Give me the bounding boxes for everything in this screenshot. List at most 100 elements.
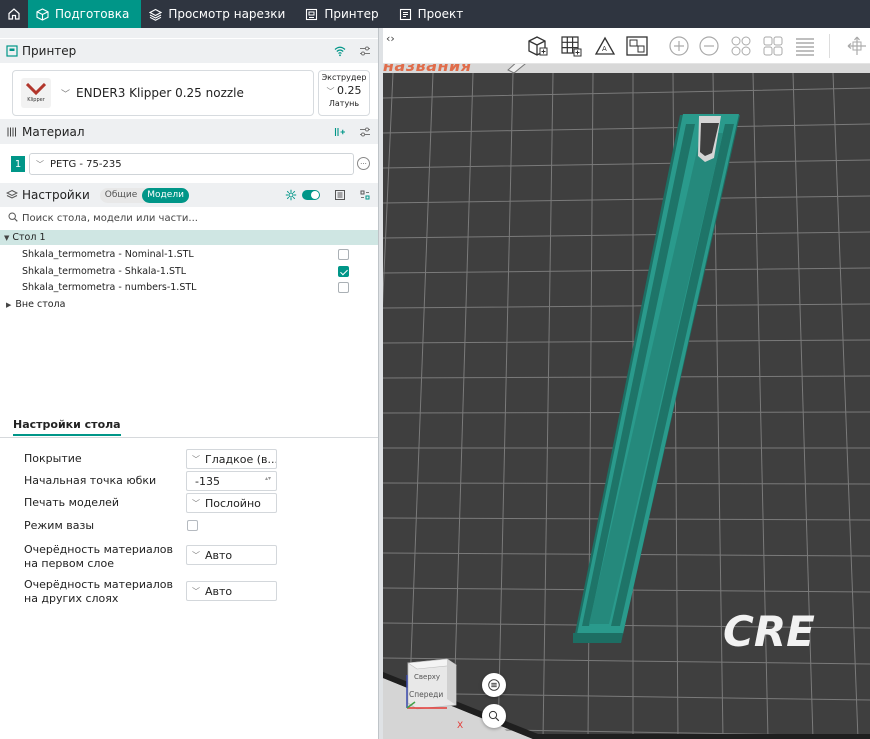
view-cube-front-label: Спереди [409, 690, 443, 699]
outside-plate-node[interactable]: ▶ Вне стола [0, 296, 378, 313]
tab-printer[interactable]: Принтер [297, 0, 390, 28]
compare-icon[interactable] [359, 189, 371, 201]
auto-orient-icon[interactable]: A [593, 34, 617, 58]
zoom-icon [488, 710, 500, 722]
tree-item-numbers[interactable]: Shkala_termometra - numbers-1.STL [0, 279, 378, 296]
setting-label: Очерёдность материалов на других слоях [24, 578, 173, 605]
cube-icon [36, 7, 49, 21]
collapse-sidebar-icon[interactable]: ‹› [386, 32, 395, 45]
plate-label: Стол 1 [12, 232, 46, 243]
bed-logo-text: CRE [723, 607, 815, 656]
settings-list-icon[interactable] [334, 189, 346, 201]
tree-item-nominal[interactable]: Shkala_termometra - Nominal-1.STL [0, 246, 378, 263]
menu-icon [488, 679, 500, 691]
setting-label: Очерёдность материалов на первом слое [24, 543, 173, 570]
other-layer-order-value: Авто [205, 584, 233, 598]
tree-item-checkbox[interactable] [338, 282, 349, 293]
extruder-label: Экструдер [321, 73, 367, 82]
build-plate-scene[interactable]: CRE [383, 28, 870, 739]
material-dropdown[interactable]: ﹀ PETG - 75-235 [29, 153, 354, 175]
surface-dropdown[interactable]: ﹀ Гладкое (в... [186, 449, 277, 469]
tree-item-name: Shkala_termometra - Nominal-1.STL [22, 249, 194, 260]
nozzle-material: Латунь [328, 99, 360, 108]
view-cube[interactable]: Сверху Спереди [405, 655, 458, 712]
tab-printer-label: Принтер [324, 7, 379, 21]
tree-item-name: Shkala_termometra - Shkala-1.STL [22, 266, 187, 277]
print-sequence-dropdown[interactable]: ﹀ Послойно [186, 493, 277, 513]
search-input[interactable]: Поиск стола, модели или части... [22, 213, 198, 224]
advanced-toggle[interactable] [302, 190, 320, 200]
advanced-settings-icon[interactable] [285, 189, 297, 201]
first-layer-order-dropdown[interactable]: ﹀ Авто [186, 545, 277, 565]
layers-icon [6, 189, 18, 201]
setting-label: Печать моделей [24, 496, 120, 509]
move-tool-icon[interactable] [845, 34, 869, 58]
home-button[interactable] [0, 0, 28, 28]
project-icon [399, 8, 412, 21]
tab-prepare[interactable]: Подготовка [28, 0, 142, 28]
add-plate-icon[interactable] [559, 34, 583, 58]
app-window: Подготовка Просмотр нарезки Принтер Прое… [0, 0, 870, 739]
printer-settings-icon[interactable] [359, 45, 371, 57]
tree-item-checkbox[interactable] [338, 249, 349, 260]
arrange-icon[interactable] [625, 34, 649, 58]
tab-prepare-label: Подготовка [55, 7, 130, 21]
vase-mode-checkbox[interactable] [187, 520, 198, 531]
3d-viewport[interactable]: CRE названия ‹› A Сверху Спереди X [383, 28, 870, 739]
tree-item-checkbox[interactable] [338, 266, 349, 277]
tab-project[interactable]: Проект [391, 0, 476, 28]
viewport-toolbar: ‹› A [383, 28, 870, 64]
other-layer-order-dropdown[interactable]: ﹀ Авто [186, 581, 277, 601]
skirt-start-input[interactable]: -135 ▴▾ [186, 471, 277, 491]
split-objects-icon[interactable] [729, 34, 753, 58]
wifi-icon[interactable] [334, 45, 346, 57]
plate-settings-tabbar: Настройки стола [0, 416, 378, 438]
add-instance-icon[interactable] [667, 34, 691, 58]
spinner-arrows-icon[interactable]: ▴▾ [265, 475, 271, 482]
first-layer-order-value: Авто [205, 548, 233, 562]
remove-instance-icon[interactable] [697, 34, 721, 58]
chevron-down-icon: ﹀ [36, 159, 44, 169]
left-sidebar: Принтер Klipper ﹀ ENDER3 Klipper 0.25 no… [0, 28, 379, 739]
x-axis-label: X [457, 721, 464, 731]
printer-monitor-icon [305, 8, 318, 21]
search-icon [8, 211, 18, 225]
extruder-card[interactable]: Экструдер ﹀ 0.25 Латунь [318, 70, 370, 116]
tab-plate-settings[interactable]: Настройки стола [13, 418, 121, 436]
top-strip [0, 28, 378, 38]
split-parts-icon[interactable] [761, 34, 785, 58]
printer-section-title: Принтер [22, 44, 77, 58]
layers-icon [149, 8, 163, 21]
printer-icon [6, 45, 18, 57]
printer-name: ENDER3 Klipper 0.25 nozzle [76, 86, 244, 100]
tree-item-shkala[interactable]: Shkala_termometra - Shkala-1.STL [0, 263, 378, 280]
object-search[interactable]: Поиск стола, модели или части... [0, 208, 378, 228]
material-section-header: Материал [0, 120, 378, 144]
layer-edit-icon[interactable] [793, 34, 817, 58]
tree-item-name: Shkala_termometra - numbers-1.STL [22, 282, 197, 293]
segment-general[interactable]: Общие [100, 188, 143, 203]
chevron-down-icon: ﹀ [192, 550, 200, 560]
printer-logo-text: Klipper [27, 97, 45, 103]
material-settings-icon[interactable] [359, 126, 371, 138]
chevron-down-icon: ﹀ [192, 454, 200, 464]
chevron-down-icon: ﹀ [326, 87, 338, 96]
view-cube-top-label: Сверху [414, 673, 440, 681]
chevron-down-icon: ﹀ [61, 89, 71, 100]
add-model-icon[interactable] [525, 34, 549, 58]
tab-slice-preview[interactable]: Просмотр нарезки [141, 0, 297, 28]
chevron-down-icon: ﹀ [192, 498, 200, 508]
setting-label: Начальная точка юбки [24, 474, 157, 487]
zoom-fit-button[interactable] [482, 704, 506, 728]
plate-tree-node[interactable]: ▼ Стол 1 [0, 230, 378, 245]
segment-models[interactable]: Модели [142, 187, 189, 203]
printer-selector[interactable]: Klipper ﹀ ENDER3 Klipper 0.25 nozzle [12, 70, 314, 116]
view-menu-button[interactable] [482, 673, 506, 697]
material-more-button[interactable]: ··· [357, 157, 370, 170]
add-material-icon[interactable] [334, 126, 346, 138]
klipper-logo-icon [26, 83, 46, 96]
chevron-down-icon: ﹀ [192, 586, 200, 596]
material-name: PETG - 75-235 [50, 158, 122, 170]
settings-mode-toggle[interactable]: Общие Модели [99, 187, 189, 203]
bed-logo: CRE [723, 607, 815, 656]
